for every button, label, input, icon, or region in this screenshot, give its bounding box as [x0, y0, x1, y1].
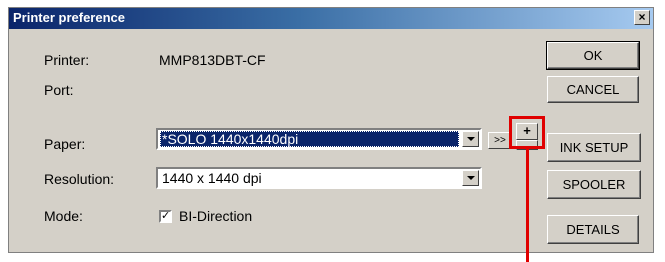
paper-select-value: *SOLO 1440x1440dpi	[160, 131, 459, 147]
title-bar[interactable]: Printer preference ×	[9, 8, 653, 29]
bi-direction-checkbox[interactable]	[159, 209, 172, 223]
close-button[interactable]: ×	[634, 10, 650, 25]
spooler-button[interactable]: SPOOLER	[547, 170, 641, 199]
ink-setup-button[interactable]: INK SETUP	[547, 133, 641, 162]
chevron-down-icon[interactable]	[462, 170, 479, 186]
details-button[interactable]: DETAILS	[547, 215, 639, 244]
ok-button[interactable]: OK	[546, 41, 640, 70]
printer-preference-dialog: Printer preference × Printer: MMP813DBT-…	[8, 7, 654, 253]
port-label: Port:	[44, 82, 74, 98]
paper-select[interactable]: *SOLO 1440x1440dpi	[156, 128, 482, 150]
resolution-label: Resolution:	[44, 171, 115, 187]
chevron-down-icon[interactable]	[462, 131, 479, 147]
resolution-select[interactable]: 1440 x 1440 dpi	[156, 167, 482, 189]
printer-label: Printer:	[44, 52, 90, 68]
highlight-pointer-line	[526, 149, 529, 262]
dialog-title: Printer preference	[13, 10, 125, 25]
bi-direction-label: BI-Direction	[179, 208, 253, 224]
paper-label: Paper:	[44, 136, 86, 152]
highlight-box	[509, 116, 545, 149]
cancel-button[interactable]: CANCEL	[547, 76, 639, 103]
resolution-select-value: 1440 x 1440 dpi	[162, 170, 262, 186]
mode-label: Mode:	[44, 208, 83, 224]
printer-value: MMP813DBT-CF	[159, 52, 266, 68]
